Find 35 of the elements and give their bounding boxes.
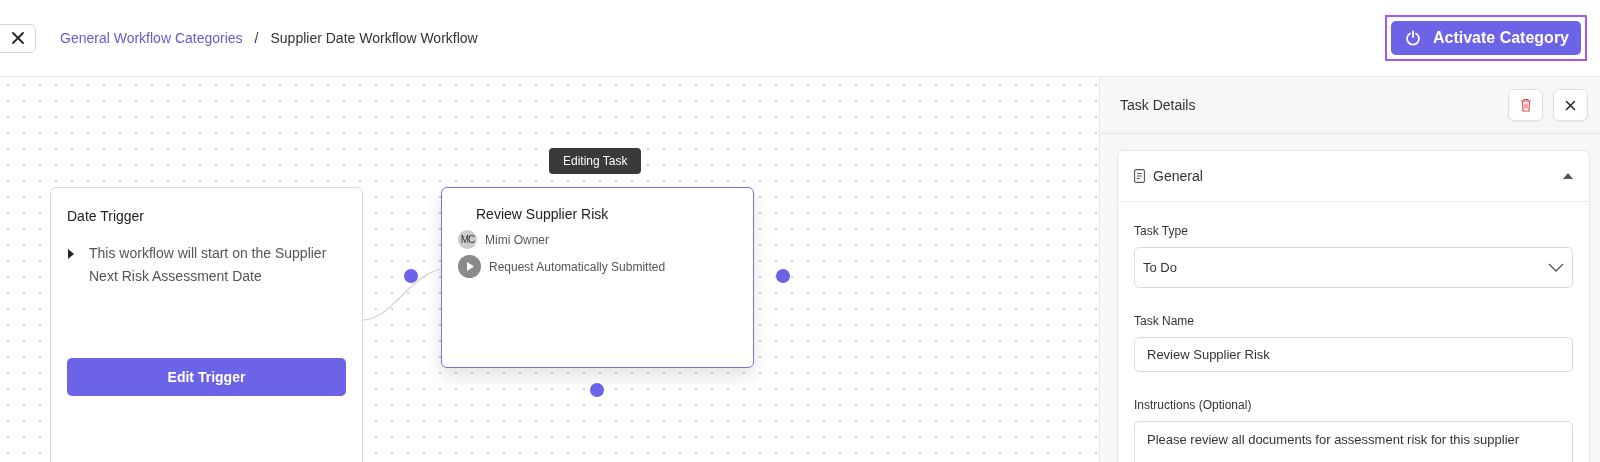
caret-right-icon <box>67 248 75 260</box>
field-label: Task Name <box>1134 314 1196 328</box>
field-label: Task Type <box>1134 224 1189 238</box>
breadcrumb-current: Supplier Date Workflow Workflow <box>270 30 478 46</box>
document-icon <box>1134 169 1145 183</box>
connection-handle[interactable] <box>404 269 418 283</box>
field-label: Instructions (Optional) <box>1134 398 1253 412</box>
trigger-description: This workflow will start on the Supplier Next Risk Assessment Date <box>89 244 328 286</box>
chevron-down-icon <box>1548 263 1564 272</box>
breadcrumb-separator: / <box>254 30 259 46</box>
activate-category-button[interactable]: Activate Category <box>1390 21 1581 55</box>
task-card[interactable]: Review Supplier Risk MC Mimi Owner Request Automatically Submitted <box>441 187 754 368</box>
task-action: Request Automatically Submitted <box>489 259 666 274</box>
trigger-title: Date Trigger <box>67 208 146 224</box>
input-field[interactable]: Review Supplier Risk <box>1134 337 1573 372</box>
power-icon <box>1404 30 1421 46</box>
play-icon <box>458 255 481 278</box>
connection-handle[interactable] <box>776 269 790 283</box>
avatar: MC <box>458 230 477 249</box>
task-type-select[interactable]: To Do <box>1134 247 1573 288</box>
trash-icon <box>1519 98 1532 112</box>
textarea-field[interactable]: Please review all documents for assessment risk for this supplier <box>1134 421 1573 462</box>
breadcrumb-link[interactable]: General Workflow Categories <box>60 30 243 46</box>
editing-tooltip: Editing Task <box>549 148 642 174</box>
section-title: General <box>1153 168 1204 184</box>
connection-handle[interactable] <box>590 383 604 397</box>
edit-trigger-button[interactable]: Edit Trigger <box>67 358 346 396</box>
section-header[interactable]: General <box>1118 151 1589 202</box>
close-button[interactable] <box>0 23 36 53</box>
delete-button[interactable] <box>1508 89 1543 121</box>
close-icon <box>10 31 25 45</box>
panel-title: Task Details <box>1120 97 1197 113</box>
assignee-name: Mimi Owner <box>485 232 549 247</box>
task-title: Review Supplier Risk <box>475 206 610 222</box>
close-icon <box>1565 99 1576 111</box>
